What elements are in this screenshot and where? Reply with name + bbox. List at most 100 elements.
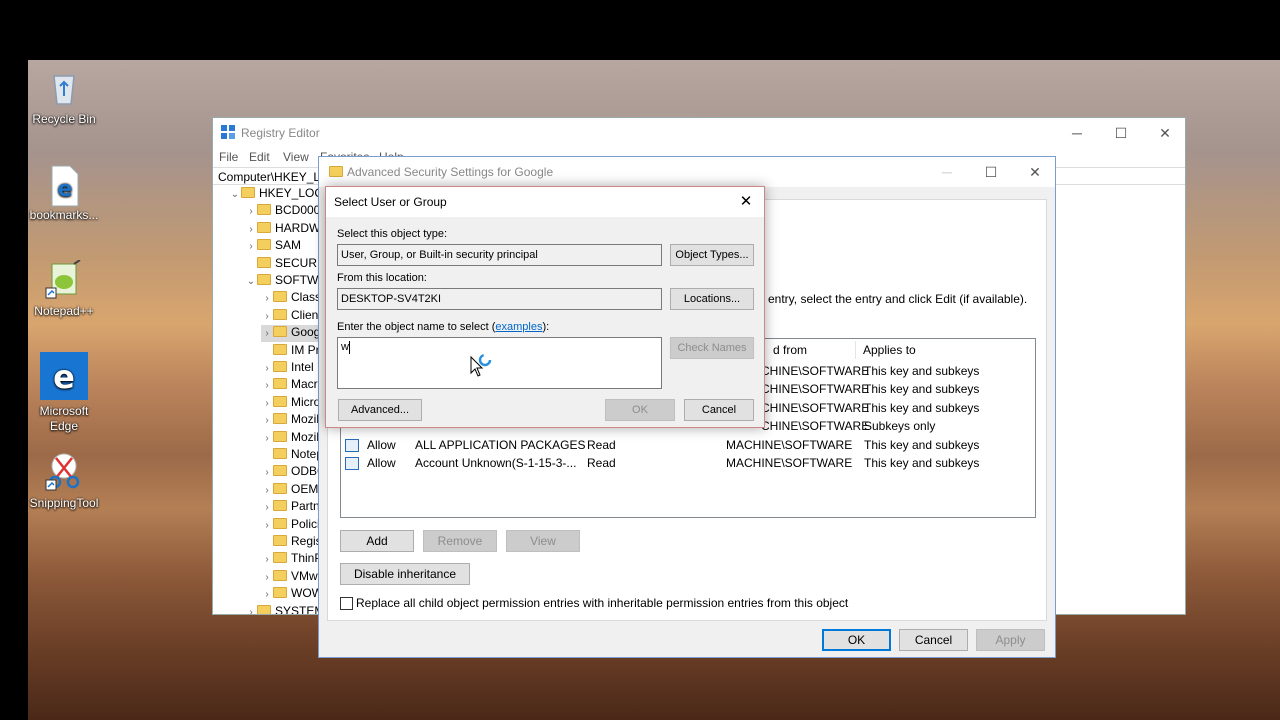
registry-titlebar[interactable]: Registry Editor ─ ☐ ✕ [213,118,1185,148]
menu-file[interactable]: File [219,150,238,164]
chevron-right-icon[interactable]: › [261,363,273,374]
check-names-button[interactable]: Check Names [670,337,754,359]
desktop-icon-notepad-plus-plus[interactable]: Notepad++ [28,259,102,319]
apply-button[interactable]: Apply [976,629,1045,651]
chevron-right-icon[interactable]: › [261,485,273,496]
tree-item[interactable]: ⌄ HKEY_LOCAL_MACHINE [229,186,319,203]
tree-item[interactable]: › Partner [261,499,319,516]
desktop-icon-recycle-bin[interactable]: Recycle Bin [28,68,102,127]
chevron-down-icon[interactable]: ⌄ [229,189,241,200]
folder-icon [273,430,287,442]
tree-item[interactable]: SECURITY [245,256,319,273]
tree-item[interactable]: › OEM [261,482,318,499]
view-button[interactable]: View [506,530,580,552]
close-icon[interactable]: ✕ [728,187,764,217]
chevron-right-icon[interactable]: › [261,467,273,478]
column-header-applies-to[interactable]: Applies to [863,343,916,357]
folder-icon [257,221,271,233]
desktop-icon-snipping-tool[interactable]: SnippingTool [28,452,102,511]
cancel-button[interactable]: Cancel [899,629,968,651]
replace-checkbox-label[interactable]: Replace all child object permission entr… [356,596,848,610]
folder-icon [273,448,287,459]
disable-inheritance-button[interactable]: Disable inheritance [340,563,470,585]
tree-item[interactable]: › MozillaPlugins [261,430,319,447]
tree-item-label: MozillaPlugins [291,429,319,444]
tree-item[interactable]: Notepad++ [261,447,319,464]
column-header-inherited[interactable]: d from [773,343,807,357]
chevron-right-icon[interactable]: › [245,241,257,252]
chevron-right-icon[interactable]: › [261,415,273,426]
select-cancel-button[interactable]: Cancel [684,399,754,421]
tree-item[interactable]: › Intel [261,360,313,377]
tree-item[interactable]: › SYSTEM [245,604,319,614]
object-name-input[interactable]: w [337,337,662,389]
chevron-right-icon[interactable]: › [261,433,273,444]
chevron-right-icon[interactable]: › [261,502,273,513]
menu-edit[interactable]: Edit [249,150,270,164]
tree-item-label: HKEY_LOCAL_MACHINE [259,186,319,200]
close-icon[interactable]: ✕ [1143,118,1187,148]
maximize-icon[interactable]: ☐ [969,157,1013,187]
remove-button[interactable]: Remove [423,530,497,552]
tree-item[interactable]: ⌄ SOFTWARE [245,273,319,290]
desktop-icon-bookmarks[interactable]: e bookmarks... [28,164,102,223]
desktop-icon-microsoft-edge[interactable]: e Microsoft Edge [28,352,102,434]
tree-item[interactable]: › Macromedia [261,377,319,394]
ok-button[interactable]: OK [822,629,891,651]
tree-item[interactable]: IM Providers [261,343,319,360]
menu-view[interactable]: View [283,150,309,164]
examples-link[interactable]: examples [495,321,542,333]
tree-item[interactable]: › SAM [245,238,301,255]
tree-item[interactable]: › Classes [261,290,319,307]
tree-item[interactable]: › BCD00000000 [245,203,319,220]
desktop-icon-label: Recycle Bin [32,112,96,126]
select-dialog-title: Select User or Group [334,195,447,209]
minimize-icon[interactable]: ─ [1055,118,1099,148]
folder-icon [257,604,271,614]
inherited-from: CHINE\SOFTWARE [761,400,870,415]
tree-item[interactable]: › VMware, Inc. [261,569,319,586]
chevron-right-icon[interactable]: › [261,554,273,565]
tree-item[interactable]: RegisteredApplications [261,534,319,551]
tree-item[interactable]: › Microsoft [261,395,319,412]
location-field: DESKTOP-SV4T2KI [337,288,662,310]
locations-button[interactable]: Locations... [670,288,754,310]
tree-item[interactable]: › ThinPrint [261,551,319,568]
select-ok-button[interactable]: OK [605,399,675,421]
chevron-right-icon[interactable]: › [245,206,257,217]
chevron-right-icon[interactable]: › [245,224,257,235]
chevron-right-icon[interactable]: › [261,589,273,600]
permission-row[interactable]: Allow Account Unknown(S-1-15-3-... Read MAC… [341,455,1035,473]
tree-item[interactable]: › Mozilla [261,412,319,429]
add-button[interactable]: Add [340,530,414,552]
advanced-titlebar[interactable]: Advanced Security Settings for Google ─ … [319,157,1055,187]
tree-item[interactable]: › HARDWARE [245,221,319,238]
maximize-icon[interactable]: ☐ [1099,118,1143,148]
close-icon[interactable]: ✕ [1013,157,1057,187]
busy-cursor-icon [470,351,496,379]
permission-row[interactable]: Allow ALL APPLICATION PACKAGES Read MACHINE… [341,437,1035,455]
chevron-right-icon[interactable]: › [261,328,273,339]
inherited-from: CHINE\SOFTWARE [761,364,870,378]
tree-item[interactable]: › Clients [261,308,319,325]
chevron-right-icon[interactable]: › [245,607,257,614]
tree-item-label: SYSTEM [275,603,319,614]
tree-item[interactable]: › ODBC [261,464,319,481]
advanced-button[interactable]: Advanced... [338,399,422,421]
tree-item[interactable]: › Google [261,325,319,343]
chevron-right-icon[interactable]: › [261,380,273,391]
minimize-icon[interactable]: ─ [925,157,969,187]
chevron-right-icon[interactable]: › [261,520,273,531]
tree-item[interactable]: › Policies [261,517,319,534]
chevron-right-icon[interactable]: › [261,398,273,409]
tree-item[interactable]: › WOW6432Node [261,586,319,603]
advanced-title: Advanced Security Settings for Google [347,165,554,179]
replace-checkbox[interactable] [340,597,353,610]
chevron-right-icon[interactable]: › [261,572,273,583]
screen: Recycle Bin e bookmarks... Notepad++ e M… [0,0,1280,720]
select-dialog-titlebar[interactable]: Select User or Group ✕ [326,187,764,217]
chevron-down-icon[interactable]: ⌄ [245,276,257,287]
object-types-button[interactable]: Object Types... [670,244,754,266]
chevron-right-icon[interactable]: › [261,311,273,322]
chevron-right-icon[interactable]: › [261,293,273,304]
